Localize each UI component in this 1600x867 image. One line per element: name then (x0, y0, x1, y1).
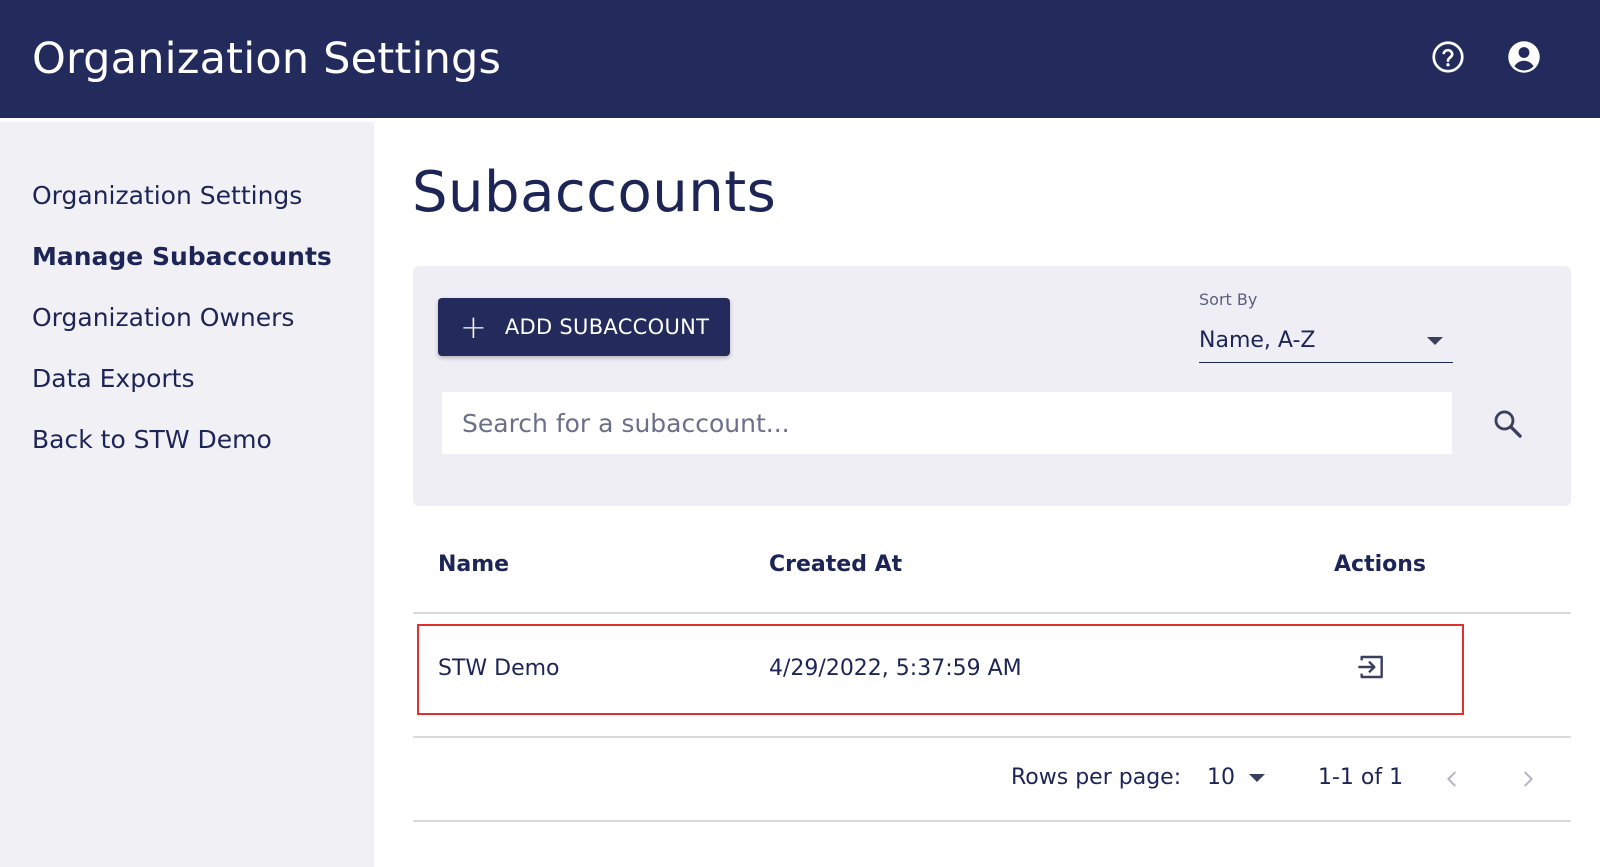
sort-by-value: Name, A-Z (1199, 328, 1316, 353)
page-title: Subaccounts (412, 160, 777, 225)
sidebar-item-manage-subaccounts[interactable]: Manage Subaccounts (0, 235, 374, 296)
sort-by-label: Sort By (1199, 290, 1258, 309)
search-button[interactable] (1488, 404, 1528, 444)
enter-subaccount-button[interactable] (1354, 650, 1388, 684)
table-header: Name Created At Actions STW Demo 4/29/20… (413, 506, 1571, 822)
rows-per-page-value: 10 (1207, 765, 1235, 790)
chevron-left-icon (1447, 771, 1456, 787)
controls-panel: + ADD SUBACCOUNT Sort By Name, A-Z (413, 266, 1571, 506)
column-header-actions: Actions (1334, 552, 1426, 577)
chevron-down-icon (1249, 773, 1265, 782)
sort-by-select[interactable]: Name, A-Z (1199, 319, 1453, 363)
sort-by-control: Sort By Name, A-Z (1199, 290, 1453, 363)
main-content: Subaccounts + ADD SUBACCOUNT Sort By Nam… (374, 118, 1600, 867)
subaccounts-table: Name Created At Actions STW Demo 4/29/20… (413, 506, 1571, 822)
account-circle-icon (1508, 41, 1540, 73)
plus-icon: + (460, 308, 487, 346)
previous-page-button[interactable] (1437, 764, 1467, 794)
sidebar-item-organization-settings[interactable]: Organization Settings (0, 174, 374, 235)
account-button[interactable] (1504, 37, 1544, 77)
help-circle-icon (1432, 41, 1464, 73)
table-row[interactable]: STW Demo 4/29/2022, 5:37:59 AM (413, 614, 1571, 738)
search-icon (1494, 410, 1522, 438)
row-name: STW Demo (438, 656, 560, 681)
rows-per-page-select[interactable]: 10 (1207, 765, 1265, 790)
help-button[interactable] (1428, 37, 1468, 77)
pagination-range: 1-1 of 1 (1318, 765, 1404, 790)
login-icon (1358, 655, 1383, 679)
column-header-created-at[interactable]: Created At (769, 552, 902, 577)
column-header-name[interactable]: Name (438, 552, 509, 577)
divider (413, 820, 1571, 822)
sidebar: Organization Settings Manage Subaccounts… (0, 122, 374, 867)
pagination-bar: Rows per page: 10 1-1 of 1 (413, 738, 1571, 822)
chevron-right-icon (1524, 771, 1533, 787)
app-header: Organization Settings (0, 0, 1600, 118)
search-input[interactable] (442, 392, 1452, 454)
add-subaccount-button[interactable]: + ADD SUBACCOUNT (438, 298, 730, 356)
row-created-at: 4/29/2022, 5:37:59 AM (769, 656, 1022, 681)
rows-per-page-label: Rows per page: (1011, 765, 1182, 790)
next-page-button[interactable] (1513, 764, 1543, 794)
sidebar-item-back-to-stw-demo[interactable]: Back to STW Demo (0, 418, 374, 479)
sidebar-item-organization-owners[interactable]: Organization Owners (0, 296, 374, 357)
add-subaccount-label: ADD SUBACCOUNT (504, 315, 710, 339)
header-title: Organization Settings (32, 34, 502, 84)
chevron-down-icon (1427, 336, 1443, 345)
sidebar-item-data-exports[interactable]: Data Exports (0, 357, 374, 418)
